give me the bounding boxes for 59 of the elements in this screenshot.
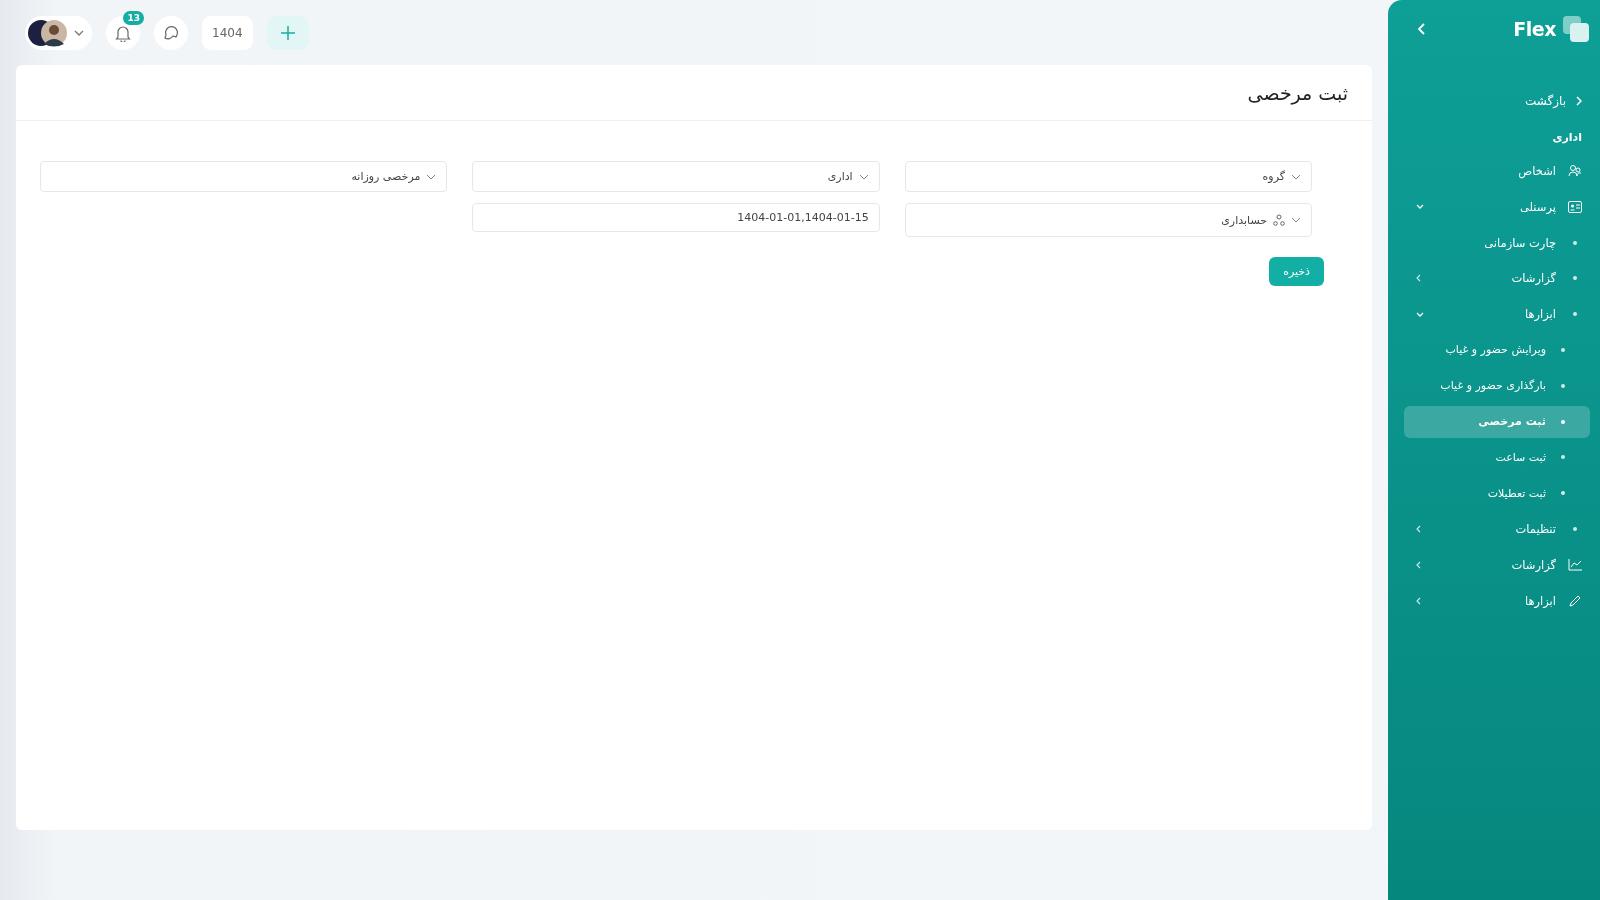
hierarchy-icon — [1273, 214, 1285, 226]
chevron-right-icon — [1576, 96, 1582, 106]
chevron-down-icon — [1291, 173, 1301, 180]
menu-item[interactable]: اشخاص — [1404, 155, 1590, 187]
bullet-icon — [1561, 491, 1565, 496]
page-title: ثبت مرخصی — [1247, 81, 1348, 104]
menu-item[interactable]: پرسنلی — [1404, 190, 1590, 223]
bullet-icon — [1561, 348, 1565, 352]
collapse-icon[interactable] — [1418, 23, 1426, 35]
chevron-down-icon — [74, 29, 84, 36]
bullet-icon — [1573, 312, 1577, 317]
save-button[interactable]: ذخیره — [1269, 257, 1324, 286]
section-heading: اداری — [1551, 129, 1583, 146]
menu-item[interactable]: ویرایش حضور و غیاب — [1404, 334, 1590, 366]
menu-item[interactable]: بارگذاری حضور و غیاب — [1404, 369, 1590, 402]
chat-icon — [162, 23, 180, 42]
chevron-down-icon — [426, 173, 437, 180]
bullet-icon — [1573, 240, 1577, 245]
account-button[interactable] — [25, 15, 92, 50]
chevron-left-icon — [1416, 560, 1421, 569]
menu-item[interactable]: ثبت تعطیلات — [1404, 477, 1590, 510]
select-field[interactable]: حسابداری — [904, 203, 1312, 237]
year-button[interactable]: 1404 — [202, 15, 253, 50]
menu-item[interactable]: گزارشات — [1404, 548, 1590, 581]
back-link[interactable]: بازگشت — [1404, 83, 1590, 119]
menu-item[interactable]: گزارشات — [1404, 262, 1590, 295]
logo-icon — [1562, 15, 1590, 43]
chevron-left-icon — [1416, 274, 1421, 283]
menu-item[interactable]: ثبت ساعت — [1404, 441, 1590, 474]
chevron-down-icon — [1416, 204, 1424, 210]
select-field[interactable]: اداری — [472, 161, 880, 192]
line-chart-icon — [1568, 558, 1582, 571]
chevron-down-icon — [1416, 311, 1424, 317]
bell-icon — [115, 23, 131, 42]
menu-item[interactable]: چارت سازمانی — [1404, 226, 1590, 259]
chevron-left-icon — [1416, 596, 1421, 605]
pencil-icon — [1569, 594, 1581, 607]
plus-icon — [280, 25, 295, 40]
bullet-icon — [1573, 276, 1577, 281]
avatar-icon — [28, 18, 68, 47]
select-field[interactable]: مرخصی روزانه — [40, 161, 448, 192]
bullet-icon — [1561, 455, 1565, 460]
menu-item[interactable]: ابزارها — [1404, 298, 1590, 331]
bullet-icon — [1573, 526, 1577, 531]
chevron-down-icon — [1291, 217, 1301, 223]
chevron-down-icon — [858, 173, 869, 180]
notification-badge: 13 — [123, 10, 144, 25]
bullet-icon — [1561, 383, 1565, 388]
chevron-left-icon — [1416, 524, 1421, 533]
id-card-icon — [1568, 200, 1582, 213]
menu-item[interactable]: تنظیمات — [1404, 512, 1590, 545]
menu-item[interactable]: ابزارها — [1404, 584, 1590, 617]
date-range-field[interactable]: 1404-01-01,1404-01-15 — [472, 203, 880, 232]
people-icon — [1568, 164, 1582, 178]
messages-button[interactable] — [154, 15, 188, 50]
menu-item[interactable]: ثبت مرخصی — [1404, 405, 1590, 438]
select-field[interactable]: گروه — [904, 161, 1312, 192]
bullet-icon — [1561, 419, 1565, 424]
logo-text: Flex — [1513, 18, 1556, 40]
